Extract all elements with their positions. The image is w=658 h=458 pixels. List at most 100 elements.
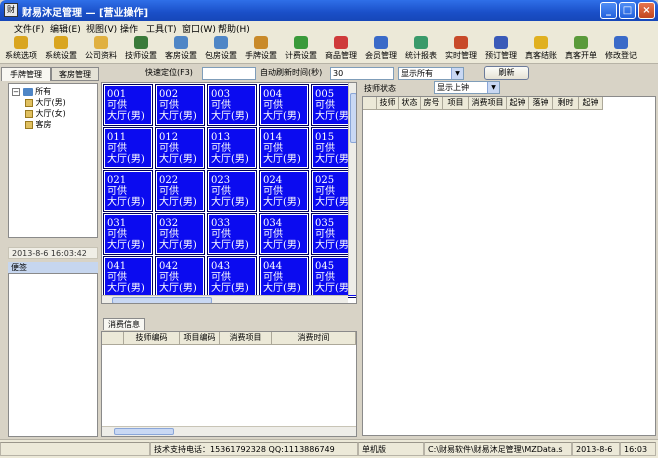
tree-root-label: 所有	[35, 87, 52, 96]
room-tile[interactable]: 032 可供 大厅(男)	[155, 213, 205, 255]
system-settings-icon	[54, 36, 68, 49]
toolbar-button-10[interactable]: 统计报表	[404, 36, 438, 63]
toolbar-button-11[interactable]: 实时管理	[444, 36, 478, 63]
room-tile[interactable]: 012 可供 大厅(男)	[155, 127, 205, 169]
tree-root[interactable]: − 所有	[12, 87, 51, 97]
close-button[interactable]: ×	[638, 2, 655, 19]
tab-room-management[interactable]: 客房管理	[51, 67, 99, 81]
column-header[interactable]: 项目编码	[180, 332, 220, 345]
room-tile[interactable]: 021 可供 大厅(男)	[103, 170, 153, 212]
room-tree: − 所有 大厅(男) 大厅(女) 客房	[8, 83, 98, 238]
column-header[interactable]: 消费时间	[272, 332, 356, 345]
open-order-icon	[574, 36, 588, 49]
room-tile[interactable]: 044 可供 大厅(男)	[259, 256, 309, 298]
tab-consumption-info[interactable]: 消费信息	[103, 318, 145, 330]
room-tile[interactable]: 011 可供 大厅(男)	[103, 127, 153, 169]
member-management-icon	[374, 36, 388, 49]
technician-status-select[interactable]: 显示上钟 ▼	[434, 81, 500, 94]
room-tile[interactable]: 024 可供 大厅(男)	[259, 170, 309, 212]
note-header: 便签	[8, 262, 98, 273]
modify-registration-icon	[614, 36, 628, 49]
room-tile[interactable]: 022 可供 大厅(男)	[155, 170, 205, 212]
grid-vertical-scrollbar[interactable]	[348, 83, 356, 295]
column-header[interactable]: 剩时	[553, 97, 579, 110]
quick-locate-input[interactable]	[202, 67, 256, 80]
display-filter-select[interactable]: 显示所有 ▼	[398, 67, 464, 80]
maximize-button[interactable]: □	[619, 2, 636, 19]
grid-horizontal-scrollbar[interactable]	[102, 295, 348, 303]
title-bar: 财 财易沐足管理 — [营业操作] _ □ ×	[0, 0, 658, 21]
refresh-button[interactable]: 刷新	[484, 66, 529, 80]
toolbar-button-15[interactable]: 修改登记	[604, 36, 638, 63]
toolbar-button-14[interactable]: 真客开单	[564, 36, 598, 63]
room-tile[interactable]: 014 可供 大厅(男)	[259, 127, 309, 169]
room-tile[interactable]: 034 可供 大厅(男)	[259, 213, 309, 255]
room-tile[interactable]: 003 可供 大厅(男)	[207, 84, 257, 126]
toolbar-button-7[interactable]: 计费设置	[284, 36, 318, 63]
tree-item-hall-male[interactable]: 大厅(男)	[25, 98, 66, 108]
column-header[interactable]: 房号	[421, 97, 443, 110]
chevron-down-icon[interactable]: ▼	[451, 68, 463, 79]
status-date: 2013-8-6	[572, 442, 620, 456]
scroll-thumb[interactable]	[112, 297, 212, 303]
scroll-thumb[interactable]	[350, 93, 356, 143]
auto-refresh-input[interactable]: 30	[330, 67, 394, 80]
column-header[interactable]: 起钟	[579, 97, 603, 110]
toolbar-button-9[interactable]: 会员管理	[364, 36, 398, 63]
column-header[interactable]: 技师	[377, 97, 399, 110]
room-number: 031	[107, 218, 127, 229]
room-tile[interactable]: 031 可供 大厅(男)	[103, 213, 153, 255]
room-tile[interactable]: 023 可供 大厅(男)	[207, 170, 257, 212]
toolbar-button-6[interactable]: 手牌设置	[244, 36, 278, 63]
room-status: 可供	[211, 143, 231, 154]
column-header[interactable]: 状态	[399, 97, 421, 110]
toolbar-button-0[interactable]: 系统选项	[4, 36, 38, 63]
column-header[interactable]: 项目	[443, 97, 469, 110]
toolbar-button-1[interactable]: 系统设置	[44, 36, 78, 63]
column-header[interactable]: 消费项目	[220, 332, 272, 345]
toolbar-button-3[interactable]: 技师设置	[124, 36, 158, 63]
scroll-thumb[interactable]	[114, 428, 174, 435]
tree-expand-icon[interactable]: −	[12, 87, 20, 96]
room-tile[interactable]: 043 可供 大厅(男)	[207, 256, 257, 298]
room-number: 043	[211, 261, 231, 272]
toolbar-button-12[interactable]: 预订管理	[484, 36, 518, 63]
toolbar-button-5[interactable]: 包房设置	[204, 36, 238, 63]
room-status: 可供	[263, 229, 283, 240]
column-header[interactable]: 技师编码	[124, 332, 180, 345]
room-tile[interactable]: 041 可供 大厅(男)	[103, 256, 153, 298]
tree-item-hall-female[interactable]: 大厅(女)	[25, 109, 66, 119]
tab-hand-card[interactable]: 手牌管理	[1, 67, 51, 81]
room-number: 002	[159, 89, 179, 100]
room-tile[interactable]: 042 可供 大厅(男)	[155, 256, 205, 298]
room-status: 可供	[263, 186, 283, 197]
room-tile[interactable]: 013 可供 大厅(男)	[207, 127, 257, 169]
consumption-horizontal-scrollbar[interactable]	[102, 426, 356, 436]
room-type: 大厅(男)	[107, 240, 145, 251]
chevron-down-icon[interactable]: ▼	[487, 82, 499, 93]
room-type: 大厅(男)	[159, 154, 197, 165]
minimize-button[interactable]: _	[600, 2, 617, 19]
toolbar-button-4[interactable]: 客房设置	[164, 36, 198, 63]
column-header[interactable]: 消费项目	[469, 97, 507, 110]
technician-status-value: 显示上钟	[437, 83, 469, 92]
company-info-icon	[94, 36, 108, 49]
column-header[interactable]	[363, 97, 377, 110]
note-box[interactable]	[8, 273, 98, 437]
room-tile[interactable]: 001 可供 大厅(男)	[103, 84, 153, 126]
room-tile[interactable]: 004 可供 大厅(男)	[259, 84, 309, 126]
room-tile[interactable]: 033 可供 大厅(男)	[207, 213, 257, 255]
room-type: 大厅(男)	[211, 240, 249, 251]
room-type: 大厅(男)	[159, 111, 197, 122]
room-tile[interactable]: 002 可供 大厅(男)	[155, 84, 205, 126]
column-header[interactable]: 起钟	[507, 97, 529, 110]
tree-item-guest-room[interactable]: 客房	[25, 120, 52, 130]
tree-item-label: 大厅(女)	[35, 109, 66, 118]
column-header[interactable]: 落钟	[529, 97, 553, 110]
toolbar-button-8[interactable]: 商品管理	[324, 36, 358, 63]
checkout-icon	[534, 36, 548, 49]
column-header[interactable]	[102, 332, 124, 345]
toolbar-button-2[interactable]: 公司资料	[84, 36, 118, 63]
toolbar-button-13[interactable]: 真客结账	[524, 36, 558, 63]
room-number: 022	[159, 175, 179, 186]
